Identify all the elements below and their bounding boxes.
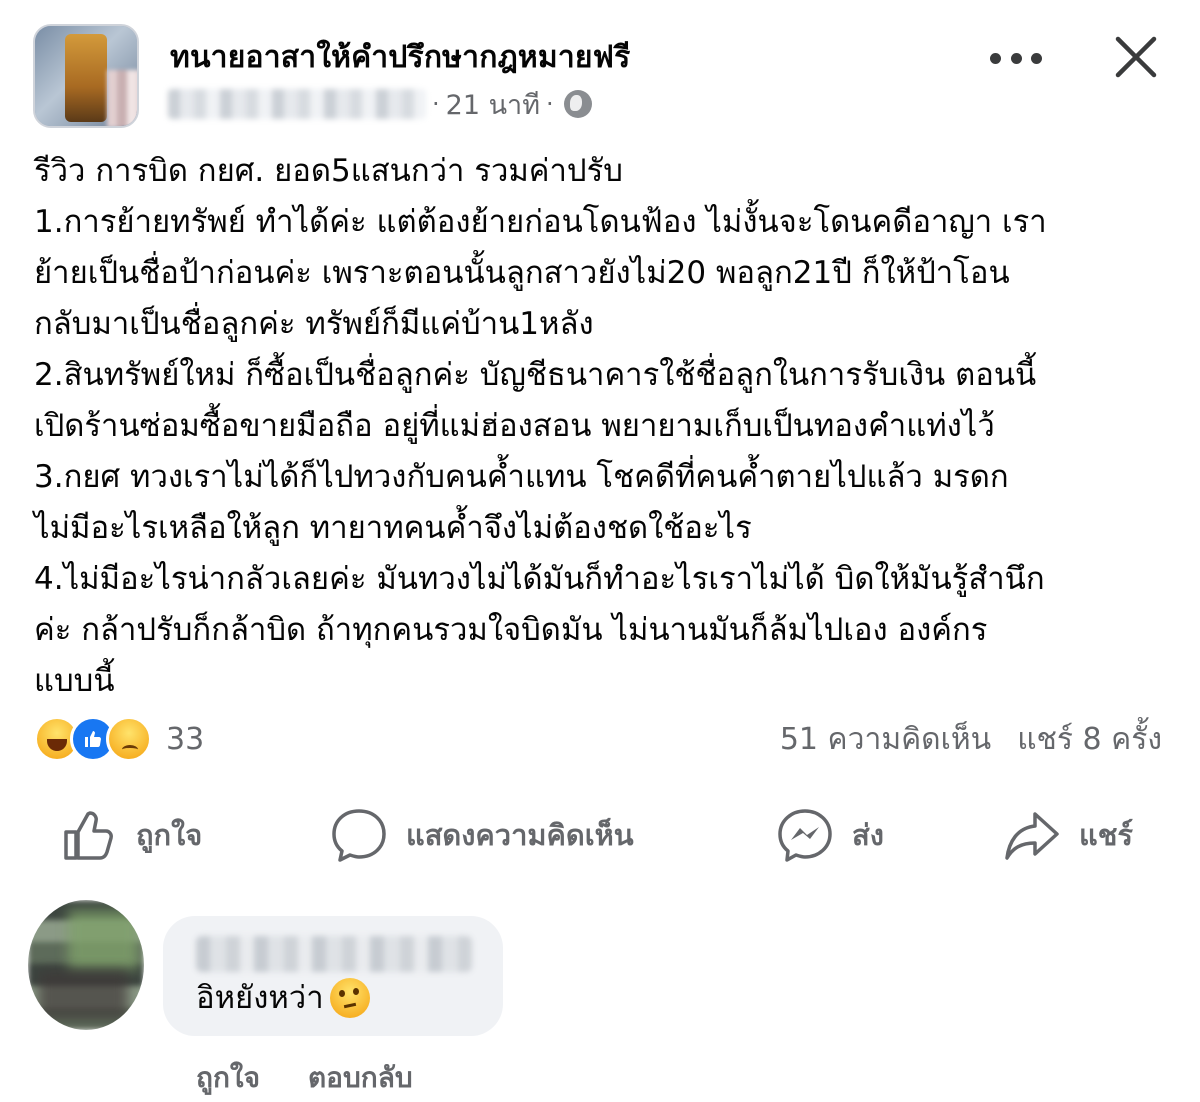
comment-text-content: อิหยังหว่า	[196, 980, 324, 1016]
more-icon[interactable]	[990, 48, 1042, 68]
send-button-label: ส่ง	[852, 818, 884, 852]
share-icon	[1005, 812, 1059, 860]
post-line: 1.การย้ายทรัพย์ ทำได้ค่ะ แต่ต้องย้ายก่อน…	[34, 204, 1047, 240]
page-name[interactable]: ทนายอาสาให้คำปรึกษากฎหมายฟรี	[170, 34, 630, 81]
thinking-face-icon	[329, 978, 370, 1018]
post-line: ไม่มีอะไรเหลือให้ลูก ทายาทคนค้ำจึงไม่ต้อ…	[34, 510, 752, 546]
comment-button[interactable]: แสดงความคิดเห็น	[330, 800, 634, 870]
comment-like-button[interactable]: ถูกใจ	[196, 1056, 260, 1100]
comment-reply-button[interactable]: ตอบกลับ	[308, 1056, 413, 1100]
send-button[interactable]: ส่ง	[776, 800, 884, 870]
shares-count[interactable]: แชร์ 8 ครั้ง	[1017, 716, 1162, 763]
post-line: 3.กยศ ทวงเราไม่ได้ก็ไปทวงกับคนค้ำแทน โชค…	[34, 459, 1009, 495]
thumbs-up-icon	[64, 811, 113, 860]
comment-button-label: แสดงความคิดเห็น	[406, 818, 634, 852]
post-stats: 51 ความคิดเห็น แชร์ 8 ครั้ง	[780, 716, 1162, 763]
messenger-icon	[778, 809, 832, 862]
commenter-avatar[interactable]	[28, 900, 144, 1030]
comments-count[interactable]: 51 ความคิดเห็น	[780, 716, 991, 763]
like-button-label: ถูกใจ	[136, 818, 203, 852]
post-line: กลับมาเป็นชื่อลูกค่ะ ทรัพย์ก็มีแค่บ้าน1ห…	[34, 306, 594, 342]
post-line: 4.ไม่มีอะไรน่ากลัวเลยค่ะ มันทวงไม่ได้มัน…	[34, 561, 1045, 597]
post-body: รีวิว การบิด กยศ. ยอด5แสนกว่า รวมค่าปรับ…	[34, 146, 1174, 707]
globe-icon	[563, 90, 592, 118]
reaction-summary[interactable]: 33	[34, 714, 204, 764]
share-button-label: แชร์	[1079, 818, 1133, 852]
meta-separator-2: ·	[546, 90, 554, 118]
action-bar: ถูกใจ แสดงความคิดเห็น ส่ง แชร์	[0, 800, 1200, 870]
comment-actions: ถูกใจ ตอบกลับ	[196, 1056, 413, 1100]
sad-icon	[106, 716, 152, 762]
post-line: แบบนี้	[34, 663, 115, 699]
like-button[interactable]: ถูกใจ	[60, 800, 202, 870]
comment-icon	[332, 809, 386, 862]
close-icon[interactable]	[1113, 34, 1159, 80]
comment-text: อิหยังหว่า	[196, 976, 370, 1020]
post-meta: · 21 นาที ·	[168, 88, 592, 121]
post-line: เปิดร้านซ่อมซื้อขายมือถือ อยู่ที่แม่ฮ่อง…	[34, 408, 995, 444]
post-timestamp[interactable]: 21 นาที	[446, 83, 540, 126]
reaction-count: 33	[166, 721, 205, 757]
meta-separator: ·	[432, 90, 440, 118]
blurred-author-name	[168, 89, 426, 119]
blurred-commenter-name[interactable]	[196, 936, 472, 972]
post-line: รีวิว การบิด กยศ. ยอด5แสนกว่า รวมค่าปรับ	[34, 153, 623, 189]
share-button[interactable]: แชร์	[1003, 800, 1133, 870]
page-avatar[interactable]	[33, 24, 139, 128]
post-line: 2.สินทรัพย์ใหม่ ก็ซื้อเป็นชื่อลูกค่ะ บัญ…	[34, 357, 1037, 393]
post-line: ค่ะ กล้าปรับก็กล้าบิด ถ้าทุกคนรวมใจบิดมั…	[34, 612, 988, 648]
post-line: ย้ายเป็นชื่อป้าก่อนค่ะ เพราะตอนนั้นลูกสา…	[34, 255, 1010, 291]
